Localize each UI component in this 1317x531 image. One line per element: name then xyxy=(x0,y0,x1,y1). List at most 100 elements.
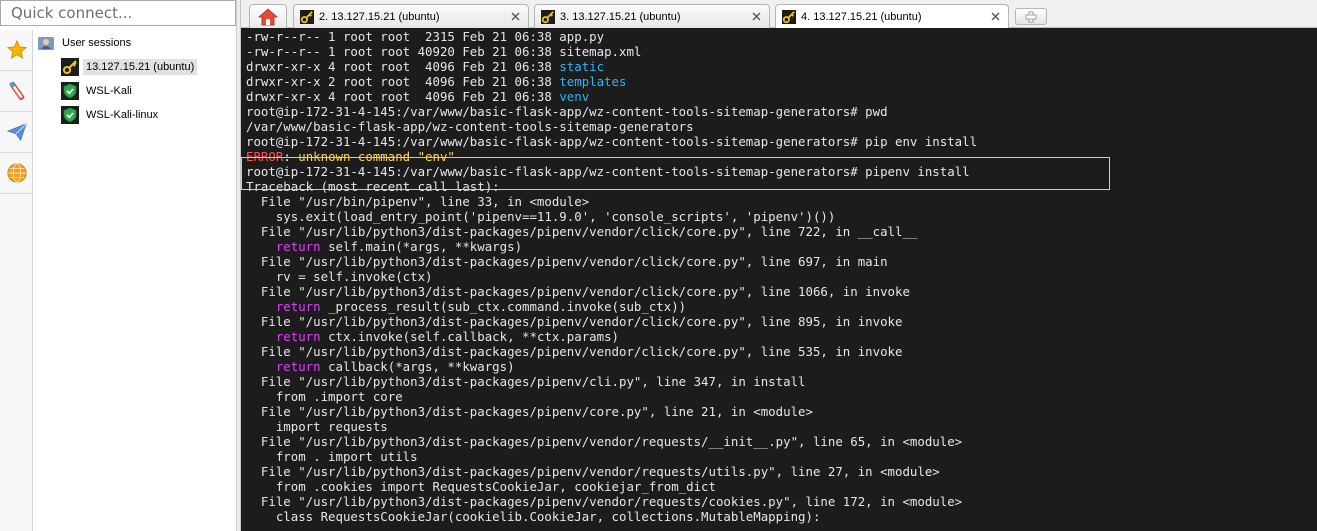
terminal-text: return xyxy=(275,239,321,254)
terminal-text: File "/usr/lib/python3/dist-packages/pip… xyxy=(246,344,903,359)
globe-icon xyxy=(6,163,27,183)
tab-session-3[interactable]: 3. 13.127.15.21 (ubuntu) xyxy=(534,4,770,28)
terminal-text: File "/usr/lib/python3/dist-packages/pip… xyxy=(246,254,888,269)
session-item-wsl-kali[interactable]: WSL-Kali xyxy=(61,81,135,101)
terminal-text: -rw-r--r-- 1 root root 40920 Feb 21 06:3… xyxy=(246,44,642,59)
session-item-wsl-kali-linux[interactable]: WSL-Kali-linux xyxy=(61,105,161,125)
session-label: WSL-Kali-linux xyxy=(86,109,159,121)
tab-label: 4. 13.127.15.21 (ubuntu) xyxy=(801,11,922,23)
terminal-line: rv = self.invoke(ctx) xyxy=(246,269,977,284)
terminal-text: ctx.invoke(self.callback, **ctx.params) xyxy=(320,329,620,344)
terminal-line: /var/www/basic-flask-app/wz-content-tool… xyxy=(246,119,977,134)
terminal-text: root@ip-172-31-4-145:/var/www/basic-flas… xyxy=(246,134,978,149)
home-tab[interactable] xyxy=(249,4,287,28)
key-icon xyxy=(300,9,314,24)
terminal-text: File "/usr/lib/python3/dist-packages/pip… xyxy=(246,224,918,239)
terminal-text: Traceback (most recent call last): xyxy=(246,179,500,194)
terminal-line: return callback(*args, **kwargs) xyxy=(246,359,977,374)
terminal-text: templates xyxy=(559,74,627,89)
session-label: WSL-Kali xyxy=(86,85,132,97)
macros-button[interactable] xyxy=(0,112,33,153)
quick-connect-input[interactable] xyxy=(1,1,235,25)
close-icon[interactable] xyxy=(749,9,763,23)
new-tab-button[interactable] xyxy=(1015,8,1047,25)
terminal-text: root@ip-172-31-4-145:/var/www/basic-flas… xyxy=(246,164,970,179)
terminal-line: File "/usr/lib/python3/dist-packages/pip… xyxy=(246,404,977,419)
shield-icon xyxy=(61,106,79,124)
terminal-text: /var/www/basic-flask-app/wz-content-tool… xyxy=(246,119,694,134)
terminal-line: File "/usr/lib/python3/dist-packages/pip… xyxy=(246,314,977,329)
favorites-button[interactable] xyxy=(0,30,33,71)
terminal-text: : xyxy=(283,149,299,164)
terminal-line: from .import core xyxy=(246,389,977,404)
session-item-ubuntu[interactable]: 13.127.15.21 (ubuntu) xyxy=(61,57,198,77)
terminal-line: File "/usr/lib/python3/dist-packages/pip… xyxy=(246,464,977,479)
shield-icon xyxy=(61,82,79,100)
terminal-line: sys.exit(load_entry_point('pipenv==11.9.… xyxy=(246,209,977,224)
terminal-line: return self.main(*args, **kwargs) xyxy=(246,239,977,254)
terminal-text: drwxr-xr-x 4 root root 4096 Feb 21 06:38 xyxy=(246,59,560,74)
terminal-text: drwxr-xr-x 4 root root 4096 Feb 21 06:38 xyxy=(246,89,560,104)
terminal-text: return xyxy=(275,329,321,344)
key-icon xyxy=(61,58,79,76)
terminal-text: from .cookies import RequestsCookieJar, … xyxy=(246,479,716,494)
tab-session-4[interactable]: 4. 13.127.15.21 (ubuntu) xyxy=(775,4,1009,29)
terminal-text: venv xyxy=(559,89,590,104)
mobaxterm-window: User sessions 13.127.15.21 (ubuntu) WSL-… xyxy=(0,0,1317,531)
network-button[interactable] xyxy=(0,153,33,194)
user-sessions-folder[interactable]: User sessions xyxy=(37,33,134,53)
terminal-line: File "/usr/bin/pipenv", line 33, in <mod… xyxy=(246,194,977,209)
terminal-text: class RequestsCookieJar(cookielib.Cookie… xyxy=(246,509,821,524)
close-icon[interactable] xyxy=(988,9,1002,23)
terminal-text: self.main(*args, **kwargs) xyxy=(320,239,523,254)
terminal-text: File "/usr/bin/pipenv", line 33, in <mod… xyxy=(246,194,590,209)
terminal-text: rv = self.invoke(ctx) xyxy=(246,269,433,284)
tools-icon xyxy=(9,81,24,101)
tab-bar: 2. 13.127.15.21 (ubuntu) 3. 13.127.15.21… xyxy=(241,0,1317,29)
terminal-text: from .import core xyxy=(246,389,403,404)
terminal-line: File "/usr/lib/python3/dist-packages/pip… xyxy=(246,254,977,269)
terminal-line: class RequestsCookieJar(cookielib.Cookie… xyxy=(246,509,977,524)
terminal-text: _process_result(sub_ctx.command.invoke(s… xyxy=(320,299,687,314)
session-label: 13.127.15.21 (ubuntu) xyxy=(83,59,198,75)
tab-session-2[interactable]: 2. 13.127.15.21 (ubuntu) xyxy=(293,4,529,28)
terminal-line: Traceback (most recent call last): xyxy=(246,179,977,194)
terminal-line: root@ip-172-31-4-145:/var/www/basic-flas… xyxy=(246,104,977,119)
terminal-text: import requests xyxy=(246,419,388,434)
terminal-line: File "/usr/lib/python3/dist-packages/pip… xyxy=(246,374,977,389)
terminal-text: static xyxy=(559,59,605,74)
terminal-line: File "/usr/lib/python3/dist-packages/pip… xyxy=(246,224,977,239)
star-icon xyxy=(6,39,27,60)
terminal-line: File "/usr/lib/python3/dist-packages/pip… xyxy=(246,434,977,449)
terminal-text: File "/usr/lib/python3/dist-packages/pip… xyxy=(246,284,910,299)
terminal-lines: -rw-r--r-- 1 root root 2315 Feb 21 06:38… xyxy=(246,29,977,524)
terminal-text: File "/usr/lib/python3/dist-packages/pip… xyxy=(246,314,903,329)
terminal-line: ERROR: unknown command "env" xyxy=(246,149,977,164)
terminal-text: sys.exit(load_entry_point('pipenv==11.9.… xyxy=(246,209,836,224)
terminal-output[interactable]: -rw-r--r-- 1 root root 2315 Feb 21 06:38… xyxy=(241,28,1317,531)
terminal-line: drwxr-xr-x 4 root root 4096 Feb 21 06:38… xyxy=(246,89,977,104)
terminal-text: callback(*args, **kwargs) xyxy=(320,359,515,374)
tools-button[interactable] xyxy=(0,71,33,112)
key-icon xyxy=(782,10,796,24)
plus-icon xyxy=(1025,11,1037,22)
terminal-line: return ctx.invoke(self.callback, **ctx.p… xyxy=(246,329,977,344)
terminal-text: unknown command "env" xyxy=(298,149,455,164)
terminal-text: File "/usr/lib/python3/dist-packages/pip… xyxy=(246,494,963,509)
terminal-line: root@ip-172-31-4-145:/var/www/basic-flas… xyxy=(246,164,977,179)
terminal-text: File "/usr/lib/python3/dist-packages/pip… xyxy=(246,404,813,419)
terminal-text: File "/usr/lib/python3/dist-packages/pip… xyxy=(246,374,806,389)
quick-connect-box[interactable] xyxy=(0,0,236,26)
terminal-text: File "/usr/lib/python3/dist-packages/pip… xyxy=(246,464,940,479)
side-toolbar xyxy=(0,30,33,531)
terminal-line: drwxr-xr-x 2 root root 4096 Feb 21 06:38… xyxy=(246,74,977,89)
terminal-text: root@ip-172-31-4-145:/var/www/basic-flas… xyxy=(246,104,888,119)
user-sessions-label: User sessions xyxy=(62,37,132,49)
terminal-text: drwxr-xr-x 2 root root 4096 Feb 21 06:38 xyxy=(246,74,560,89)
close-icon[interactable] xyxy=(508,9,522,23)
sessions-tree: User sessions 13.127.15.21 (ubuntu) WSL-… xyxy=(33,30,236,531)
terminal-text: return xyxy=(275,299,321,314)
